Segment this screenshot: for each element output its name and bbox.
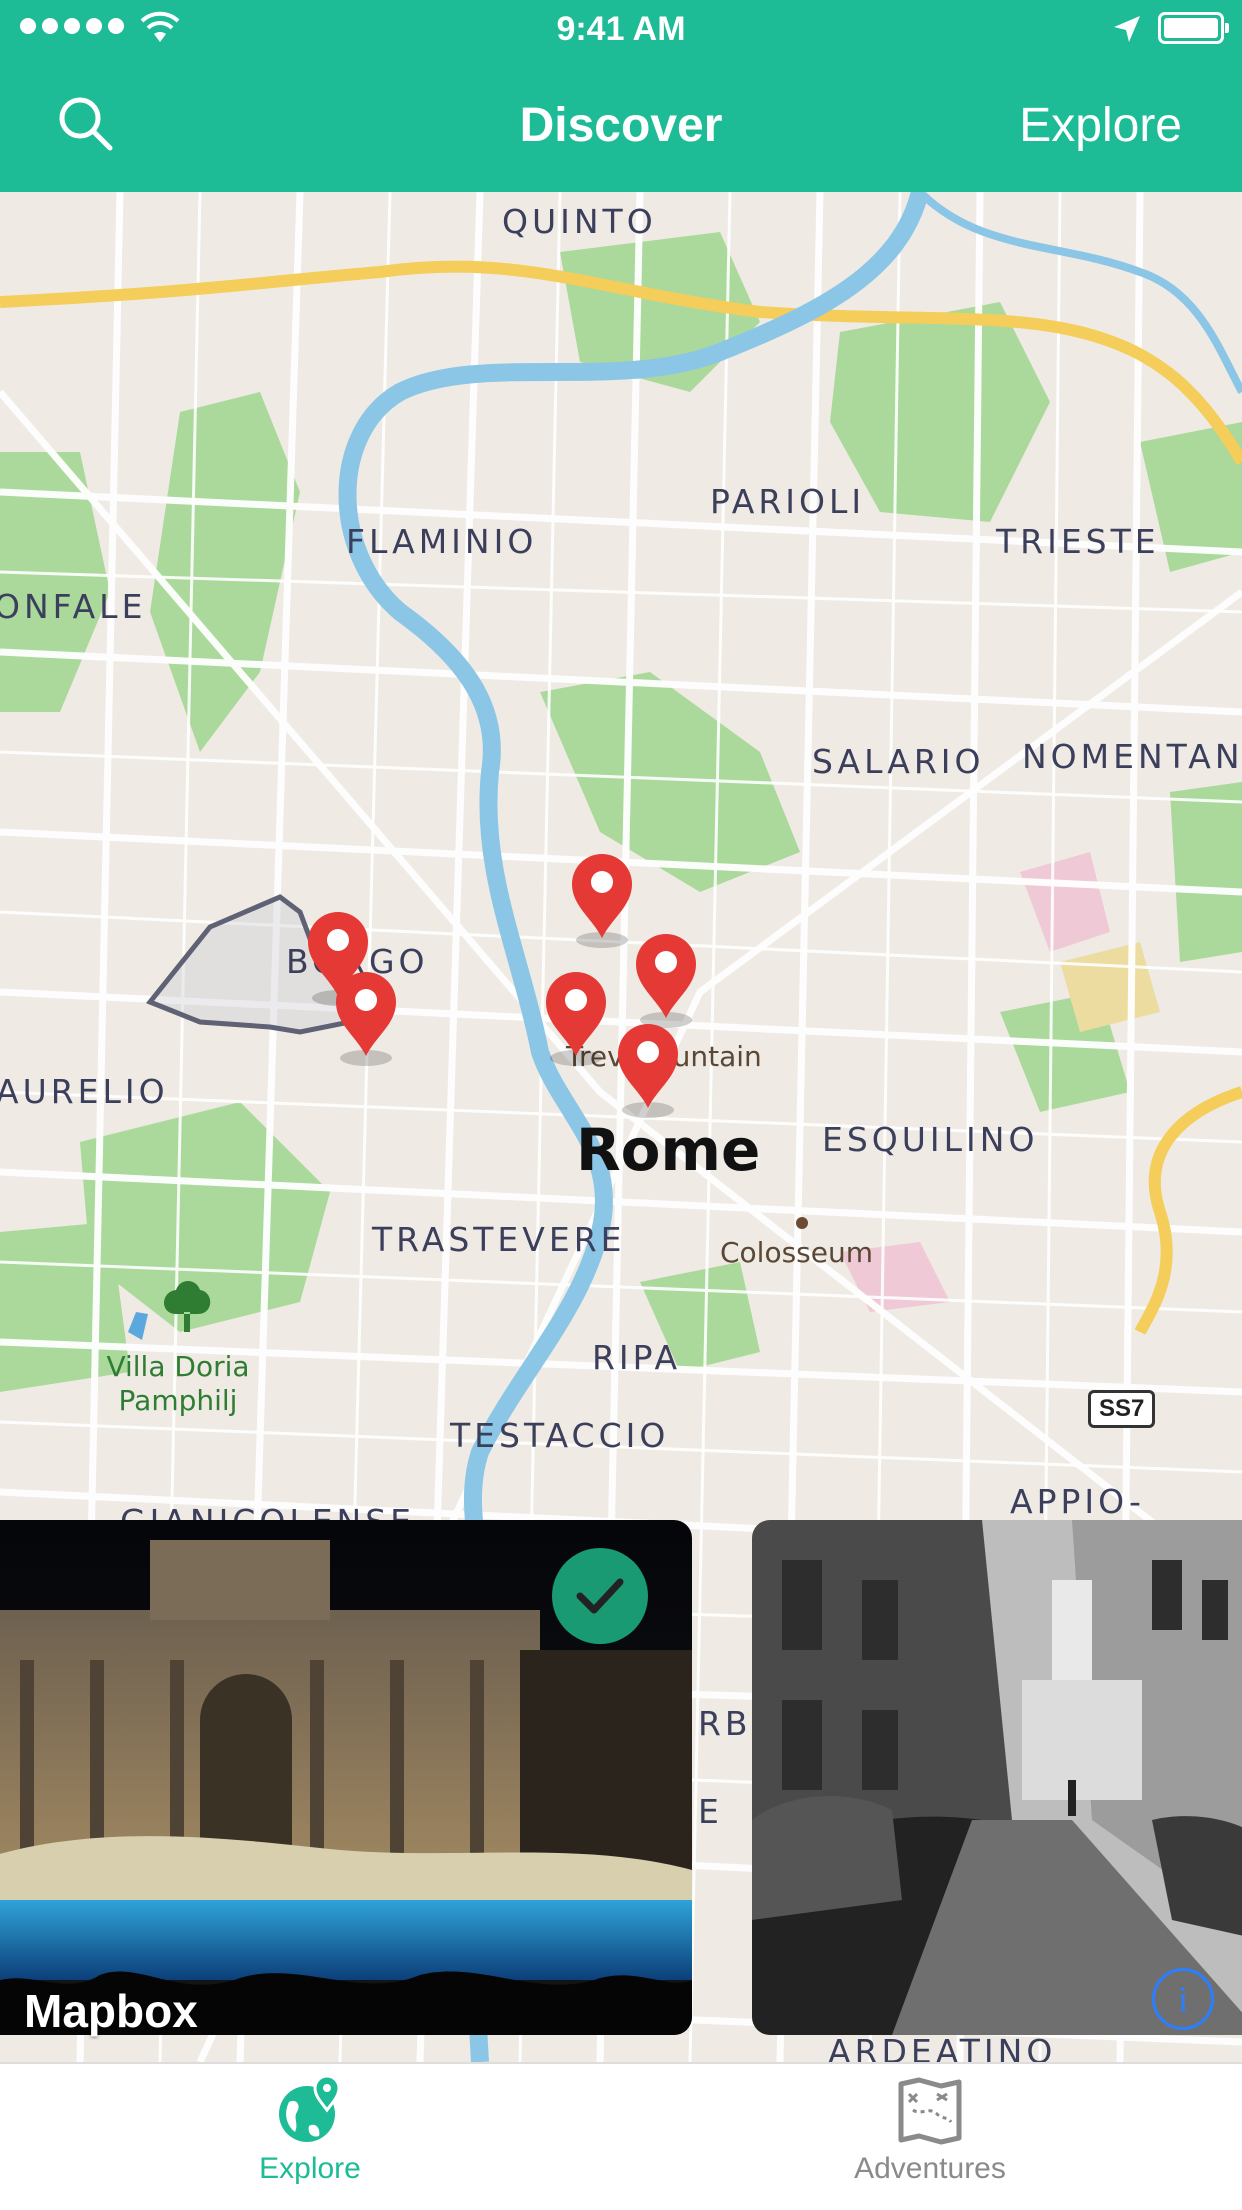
map-icon [898, 2077, 962, 2145]
city-label: Rome [576, 1116, 761, 1184]
map-pin[interactable] [544, 970, 608, 1066]
map-label: TRASTEVERE [372, 1220, 626, 1259]
map-pin[interactable] [634, 932, 698, 1028]
explore-button[interactable]: Explore [1019, 98, 1182, 153]
tab-explore-label: Explore [259, 2152, 361, 2185]
map-label: ARDEATINO [828, 2032, 1057, 2062]
map-label: AURELIO [0, 1072, 169, 1111]
map-pin[interactable] [334, 970, 398, 1066]
location-arrow-icon [1114, 16, 1140, 42]
map-label: PARIOLI [710, 482, 866, 521]
battery-icon [1158, 12, 1229, 44]
map-pin[interactable] [570, 852, 634, 948]
map-pin[interactable] [616, 1022, 680, 1118]
poi-label-colosseum[interactable]: Colosseum [720, 1236, 873, 1269]
map-label: FLAMINIO [346, 522, 538, 561]
info-icon[interactable]: i [1152, 1968, 1214, 2030]
map-label: SALARIO [812, 742, 985, 781]
tab-bar: Explore Adventures [0, 2062, 1242, 2210]
visited-check-icon [552, 1548, 648, 1644]
location-card-trevi[interactable] [0, 1520, 692, 2035]
map-label: TRIESTE [996, 522, 1160, 561]
poi-label-park[interactable]: Villa Doria Pamphilj [96, 1350, 260, 1417]
location-card-street[interactable] [752, 1520, 1242, 2035]
tab-adventures-label: Adventures [854, 2152, 1006, 2185]
map-label: TESTACCIO [450, 1416, 670, 1455]
map-label: APPIO- [1010, 1482, 1145, 1521]
map-label: ESQUILINO [822, 1120, 1039, 1159]
status-bar: 9:41 AM [0, 0, 1242, 60]
map-label: QUINTO [502, 202, 657, 241]
globe-pin-icon [279, 2076, 341, 2142]
mapbox-logo: Mapbox [24, 1985, 198, 2037]
tab-adventures[interactable]: Adventures [780, 2076, 1080, 2186]
map-label: NOMENTAN [1022, 737, 1242, 776]
map-label: ONFALE [0, 587, 147, 626]
map-label: E [698, 1792, 723, 1831]
top-bar: 9:41 AM Discover Explore [0, 0, 1242, 192]
status-time: 9:41 AM [556, 10, 686, 48]
tab-explore[interactable]: Explore [160, 2076, 460, 2186]
road-shield: SS7 [1088, 1390, 1156, 1428]
map-label: RIPA [592, 1338, 682, 1377]
street-photo [752, 1520, 1242, 2035]
